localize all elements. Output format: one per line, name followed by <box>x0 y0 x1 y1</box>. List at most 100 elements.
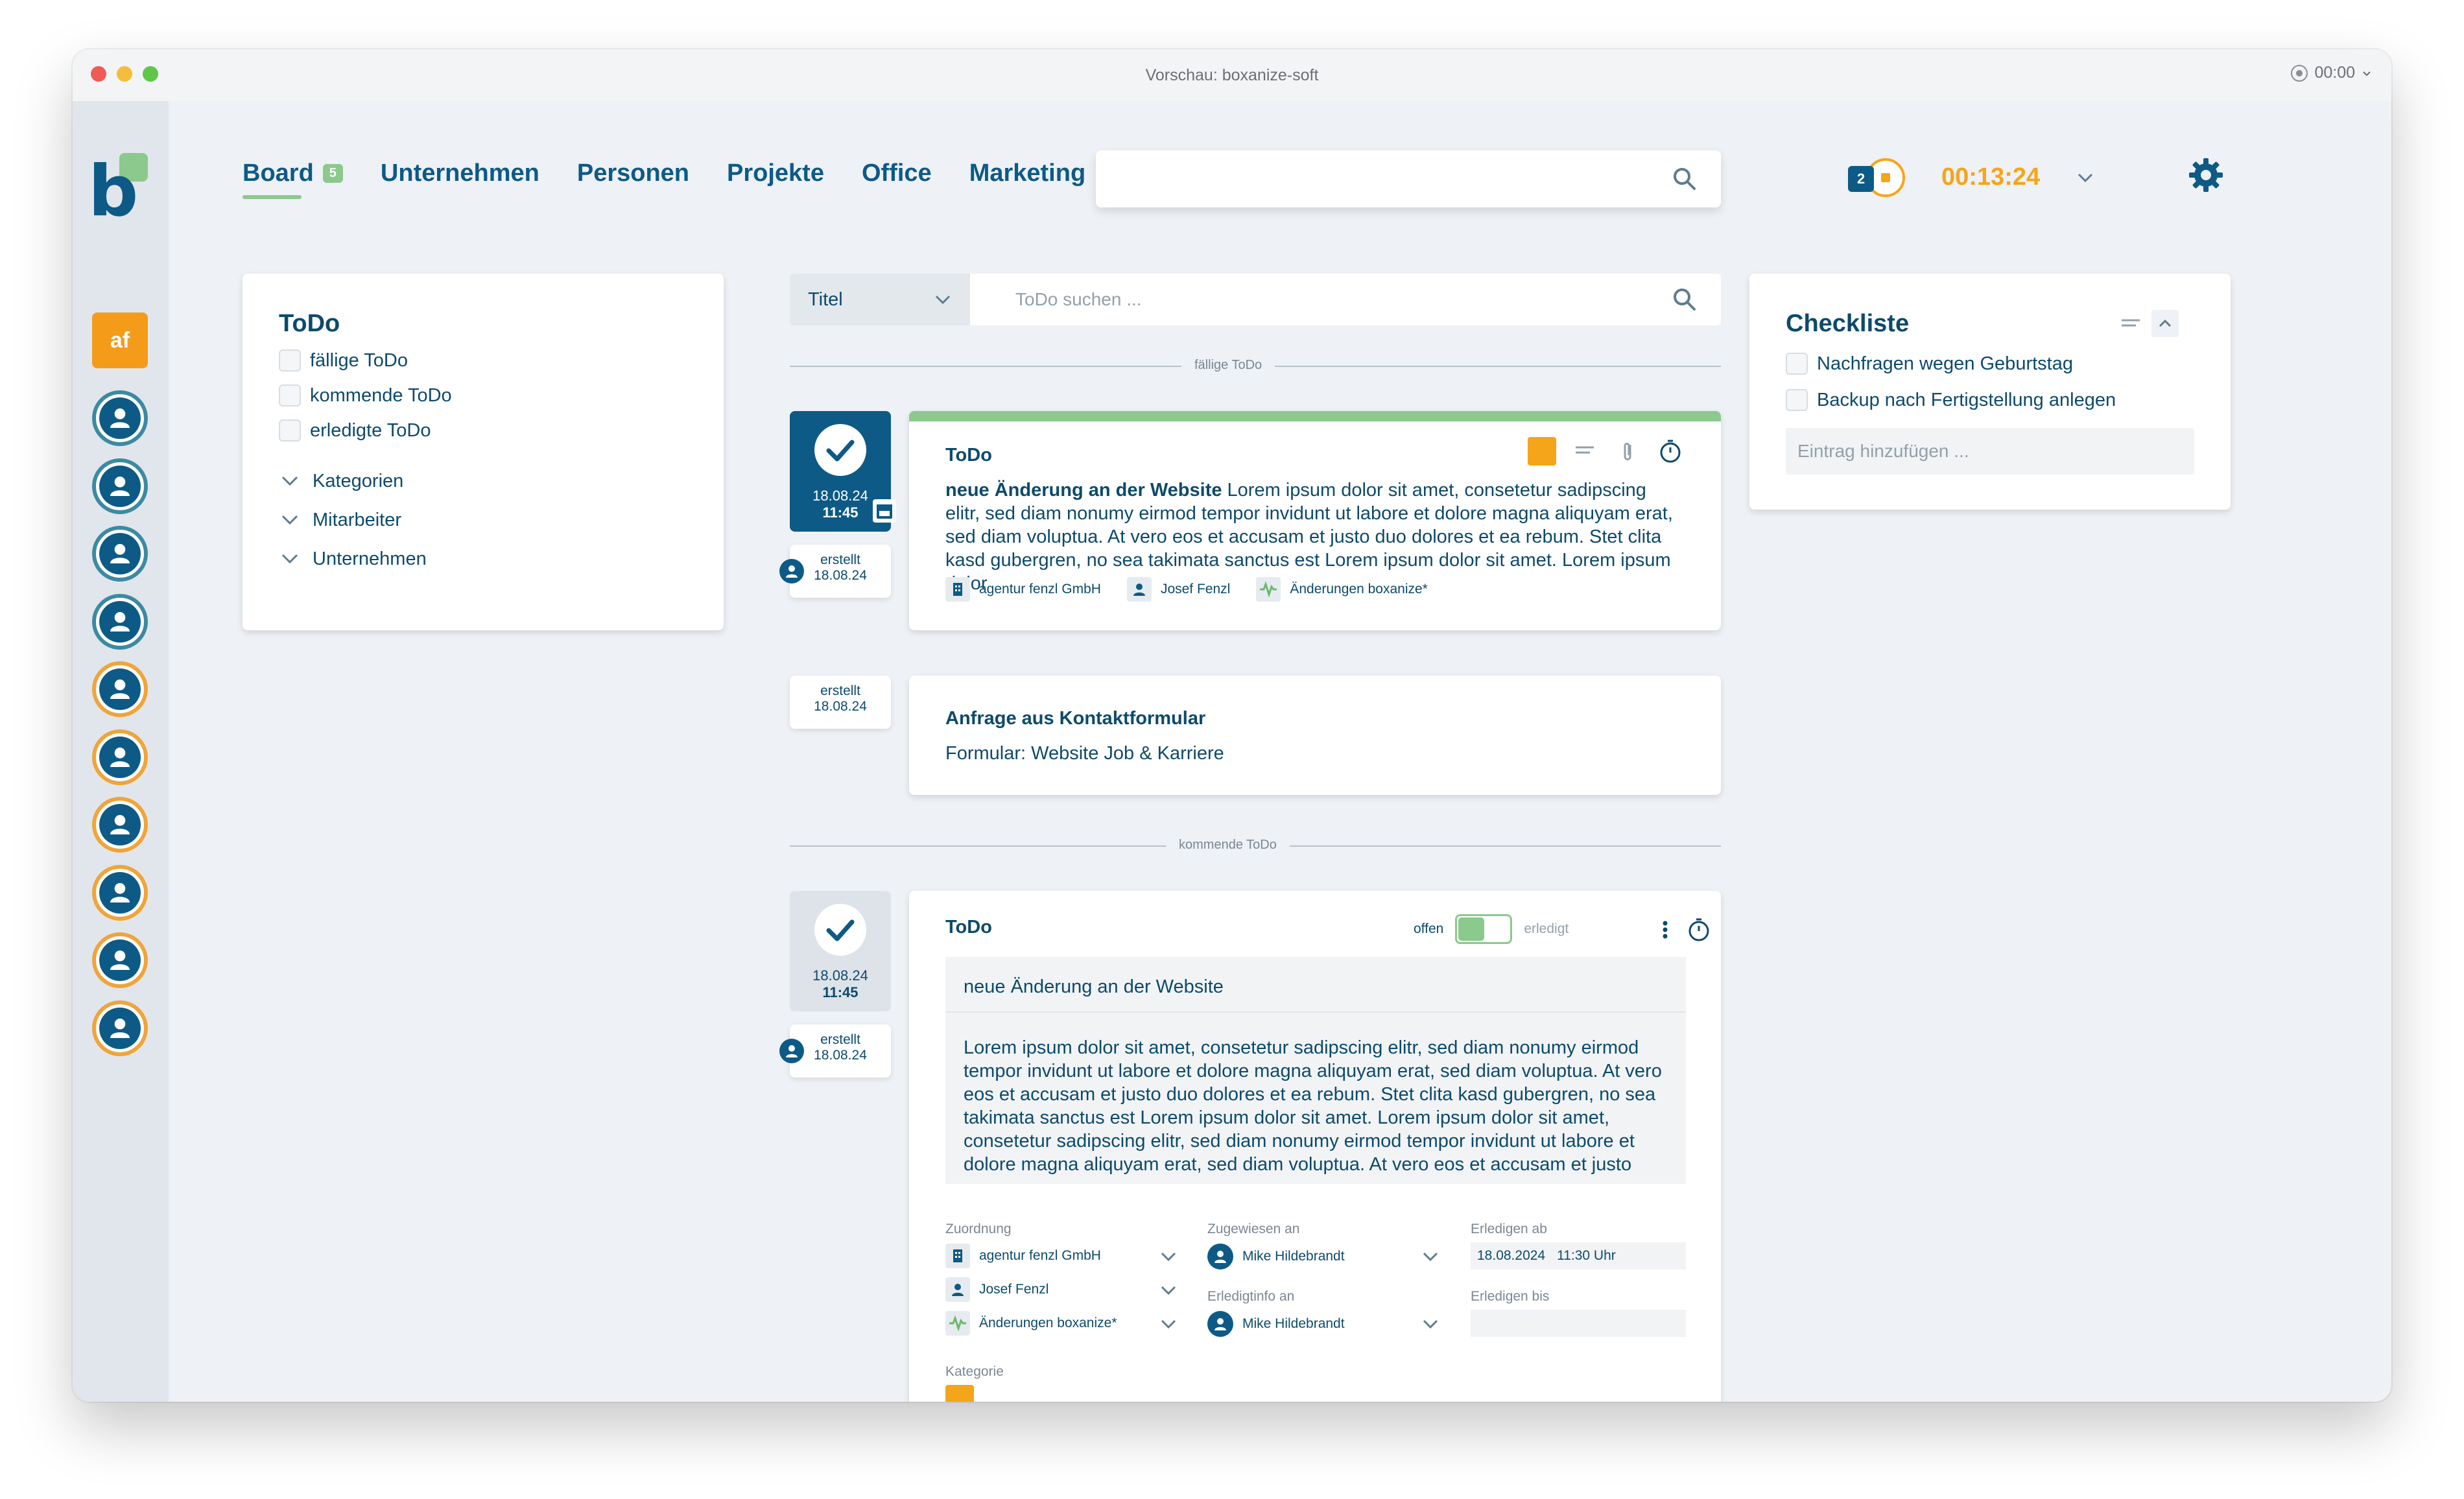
chevron-down-icon[interactable] <box>1158 1246 1179 1267</box>
stopwatch-icon[interactable] <box>1685 915 1713 944</box>
collapse-button[interactable] <box>2151 310 2179 337</box>
search-icon[interactable] <box>1672 166 1698 192</box>
todo-body-field[interactable]: Lorem ipsum dolor sit amet, consetetur s… <box>945 1013 1686 1184</box>
checkbox[interactable] <box>279 419 301 442</box>
team-member-avatar[interactable] <box>92 1000 148 1056</box>
team-member-avatar[interactable] <box>92 593 148 650</box>
menu-lines-icon[interactable] <box>1570 437 1599 466</box>
minimize-window-button[interactable] <box>117 66 132 82</box>
checklist-item[interactable]: Backup nach Fertigstellung anlegen <box>1786 389 2116 411</box>
request-card[interactable]: Anfrage aus Kontaktformular Formular: We… <box>909 676 1721 795</box>
user-icon <box>1126 577 1152 602</box>
paperclip-icon[interactable] <box>1613 437 1642 466</box>
assign-company[interactable]: agentur fenzl GmbH <box>945 1244 1179 1268</box>
doneinfo-user[interactable]: Mike Hildebrandt <box>1207 1311 1441 1337</box>
team-member-avatar[interactable] <box>92 932 148 988</box>
team-member-avatar[interactable] <box>92 458 148 514</box>
chevron-down-icon[interactable] <box>1158 1314 1179 1334</box>
filter-group-unternehmen[interactable]: Unternehmen <box>279 548 687 570</box>
checklist-add-input[interactable]: Eintrag hinzufügen ... <box>1786 428 2194 475</box>
assign-project[interactable]: Änderungen boxanize* <box>945 1311 1179 1336</box>
tab-personen[interactable]: Personen <box>577 159 689 187</box>
filter-group-mitarbeiter[interactable]: Mitarbeiter <box>279 509 687 531</box>
assign-person[interactable]: Josef Fenzl <box>945 1277 1179 1302</box>
check-circle-icon[interactable] <box>812 421 869 478</box>
todo-title-field[interactable]: neue Änderung an der Website <box>945 957 1686 1013</box>
category-color[interactable] <box>1528 437 1556 466</box>
from-date-input[interactable]: 18.08.2024 11:30 Uhr <box>1471 1242 1686 1269</box>
category-color[interactable] <box>945 1385 974 1402</box>
user-badge[interactable]: af <box>92 313 148 368</box>
building-icon <box>945 1244 970 1268</box>
filter-done[interactable]: erledigte ToDo <box>279 419 687 442</box>
team-member-avatar[interactable] <box>92 661 148 717</box>
user-icon <box>786 1045 798 1057</box>
chevron-down-icon <box>2363 71 2371 76</box>
stopwatch-icon[interactable] <box>1656 437 1685 466</box>
chevron-down-icon[interactable] <box>1158 1280 1179 1301</box>
notifications[interactable]: 2 <box>1848 157 1910 198</box>
chevron-up-icon <box>2159 319 2172 327</box>
filter-upcoming[interactable]: kommende ToDo <box>279 384 687 407</box>
meta-company[interactable]: agentur fenzl GmbH <box>945 577 1101 602</box>
checkbox[interactable] <box>1786 353 1808 375</box>
user-icon <box>99 533 141 574</box>
assigned-user[interactable]: Mike Hildebrandt <box>1207 1244 1441 1269</box>
team-member-avatar[interactable] <box>92 729 148 785</box>
more-vertical-icon[interactable] <box>1651 915 1679 944</box>
check-circle-icon[interactable] <box>812 901 869 958</box>
app-logo[interactable]: b <box>88 153 153 227</box>
search-icon[interactable] <box>1672 287 1698 313</box>
checklist-item[interactable]: Nachfragen wegen Geburtstag <box>1786 353 2073 375</box>
team-member-avatar[interactable] <box>92 864 148 921</box>
checkbox[interactable] <box>279 384 301 407</box>
due-date: 18.08.24 <box>812 967 868 984</box>
team-member-avatar[interactable] <box>92 390 148 446</box>
checkbox[interactable] <box>1786 389 1808 411</box>
chevron-down-icon[interactable] <box>1420 1314 1441 1334</box>
from-label: Erledigen ab <box>1471 1222 1547 1236</box>
work-timer[interactable]: 00:13:24 <box>1941 163 2040 191</box>
chevron-down-icon[interactable] <box>1420 1246 1441 1267</box>
until-date-input[interactable] <box>1471 1310 1686 1337</box>
recording-time: 00:00 <box>2314 64 2355 82</box>
request-subtitle: Formular: Website Job & Karriere <box>945 743 1224 764</box>
filter-due[interactable]: fällige ToDo <box>279 349 687 372</box>
due-date-box[interactable]: 18.08.24 11:45 <box>790 411 896 532</box>
close-window-button[interactable] <box>91 66 106 82</box>
chevron-down-icon <box>935 295 951 305</box>
tab-board[interactable]: Board 5 <box>243 159 343 199</box>
menu-lines-icon[interactable] <box>2118 310 2144 336</box>
todo-search-input[interactable]: ToDo suchen ... <box>970 274 1721 325</box>
status-toggle[interactable] <box>1455 914 1513 944</box>
meta-project[interactable]: Änderungen boxanize* <box>1256 577 1428 602</box>
meta-person[interactable]: Josef Fenzl <box>1126 577 1230 602</box>
todo-heading: ToDo <box>945 445 992 466</box>
recording-timer[interactable]: 00:00 <box>2291 64 2372 82</box>
tab-marketing[interactable]: Marketing <box>969 159 1085 187</box>
calendar-icon[interactable] <box>871 498 897 524</box>
todo-card[interactable]: ToDo neue Änderung an der Website Lorem … <box>909 411 1721 630</box>
tab-office[interactable]: Office <box>862 159 932 187</box>
checkbox[interactable] <box>279 349 301 372</box>
checklist-panel: Checkliste Nachfragen wegen Geburtstag B… <box>1749 274 2231 510</box>
status-done-label: erledigt <box>1524 921 1569 936</box>
tab-unternehmen[interactable]: Unternehmen <box>381 159 539 187</box>
window-controls <box>91 66 158 82</box>
building-icon <box>945 577 970 602</box>
chevron-down-icon[interactable] <box>2074 166 2097 189</box>
global-search-input[interactable] <box>1096 150 1721 207</box>
filter-group-kategorien[interactable]: Kategorien <box>279 470 687 492</box>
gear-icon[interactable] <box>2186 156 2225 195</box>
user-icon <box>99 600 141 643</box>
upcoming-date-box[interactable]: 18.08.24 11:45 <box>790 891 891 1011</box>
team-member-avatar[interactable] <box>92 797 148 853</box>
category-label: Kategorie <box>945 1364 1004 1379</box>
maximize-window-button[interactable] <box>143 66 158 82</box>
team-member-avatar[interactable] <box>92 526 148 582</box>
creator-avatar <box>779 1039 804 1063</box>
field-select[interactable]: Titel <box>790 274 970 325</box>
chevron-down-icon <box>281 515 298 525</box>
created-box: erstellt 18.08.24 <box>790 1024 891 1078</box>
tab-projekte[interactable]: Projekte <box>727 159 824 187</box>
